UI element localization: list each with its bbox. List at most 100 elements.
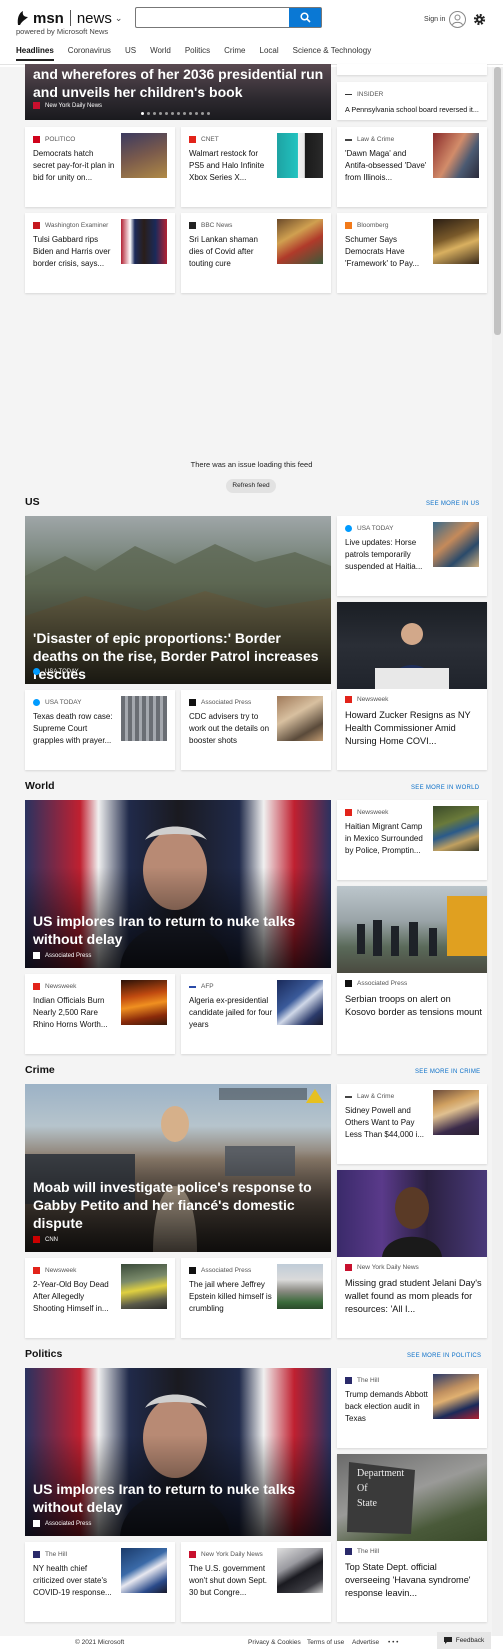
tab-local[interactable]: Local	[260, 46, 279, 61]
source-name: Bloomberg	[357, 222, 389, 229]
source-name: INSIDER	[357, 91, 384, 98]
msn-logo[interactable]: msn news ⌄	[16, 8, 122, 28]
search-button[interactable]	[289, 8, 321, 27]
world-side-card-1[interactable]: Newsweek Haitian Migrant Camp in Mexico …	[337, 800, 487, 880]
article-card-cnet[interactable]: CNET Walmart restock for PS5 and Halo In…	[181, 127, 331, 207]
afp-logo-icon	[189, 985, 196, 988]
source-label: BBC News	[189, 222, 232, 229]
source-label: AFP	[189, 983, 214, 990]
us-side-card-2[interactable]: Newsweek Howard Zucker Resigns as NY Hea…	[337, 602, 487, 770]
refresh-feed-button[interactable]: Refresh feed	[226, 479, 276, 493]
article-card-bloomberg[interactable]: Bloomberg Schumer Says Democrats Have 'F…	[337, 213, 487, 293]
us-side-card-1[interactable]: USA TODAY Live updates: Horse patrols te…	[337, 516, 487, 596]
tab-crime[interactable]: Crime	[224, 46, 245, 61]
crime-side-card-1[interactable]: Law & Crime Sidney Powell and Others Wan…	[337, 1084, 487, 1164]
copyright-text: © 2021 Microsoft	[75, 1639, 125, 1646]
hero-source: New York Daily News	[33, 102, 102, 109]
us-bottom-card-2[interactable]: Associated Press CDC advisers try to wor…	[181, 690, 331, 770]
usa-today-logo-icon	[345, 525, 352, 532]
top-side-card-upper[interactable]	[337, 64, 487, 75]
article-thumbnail	[277, 133, 323, 178]
privacy-cookies-link[interactable]: Privacy & Cookies	[248, 1639, 301, 1646]
sign-in-link[interactable]: Sign in	[424, 16, 445, 23]
search-input[interactable]	[136, 8, 289, 27]
hero-title: US implores Iran to return to nuke talks…	[33, 913, 296, 947]
source-label: New York Daily News	[345, 1264, 419, 1271]
crime-side-card-2[interactable]: New York Daily News Missing grad student…	[337, 1170, 487, 1338]
hero-source-name: New York Daily News	[45, 102, 103, 109]
article-title: Top State Dept. official overseeing 'Hav…	[345, 1562, 471, 1598]
article-card-bbc-news[interactable]: BBC News Sri Lankan shaman dies of Covid…	[181, 213, 331, 293]
svg-text:Department: Department	[357, 1468, 404, 1479]
tab-us[interactable]: US	[125, 46, 136, 61]
crime-bottom-card-2[interactable]: Associated Press The jail where Jeffrey …	[181, 1258, 331, 1338]
site-header: msn news ⌄ powered by Microsoft News Sig…	[0, 0, 503, 67]
crime-bottom-card-1[interactable]: Newsweek 2-Year-Old Boy Dead After Alleg…	[25, 1258, 175, 1338]
top-hero-card[interactable]: and wherefores of her 2036 presidential …	[25, 64, 331, 120]
article-thumbnail	[121, 980, 167, 1025]
see-more-crime-link[interactable]: SEE MORE IN CRIME	[415, 1069, 480, 1075]
source-label: The Hill	[345, 1548, 379, 1555]
scrollbar-thumb[interactable]	[494, 67, 501, 335]
see-more-politics-link[interactable]: SEE MORE IN POLITICS	[407, 1353, 481, 1359]
politics-side-card-2[interactable]: Department Of State The Hill Top State Dep…	[337, 1454, 487, 1622]
tab-coronavirus[interactable]: Coronavirus	[68, 46, 111, 61]
feedback-label: Feedback	[455, 1637, 485, 1644]
more-options-icon[interactable]: • • •	[388, 1639, 398, 1646]
ap-logo-icon	[33, 952, 40, 959]
avatar[interactable]	[449, 11, 466, 28]
advertise-link[interactable]: Advertise	[352, 1639, 379, 1646]
tab-headlines[interactable]: Headlines	[16, 46, 54, 61]
carousel-dots[interactable]	[141, 112, 213, 115]
world-bottom-card-2[interactable]: AFP Algeria ex-presidential candidate ja…	[181, 974, 331, 1054]
source-label: New York Daily News	[189, 1551, 263, 1558]
source-label: The Hill	[33, 1551, 67, 1558]
politics-bottom-card-2[interactable]: New York Daily News The U.S. government …	[181, 1542, 331, 1622]
article-image	[337, 602, 487, 689]
politics-side-card-1[interactable]: The Hill Trump demands Abbott back elect…	[337, 1368, 487, 1448]
section-name[interactable]: news	[77, 10, 112, 27]
tab-politics[interactable]: Politics	[185, 46, 210, 61]
article-title: The jail where Jeffrey Epstein killed hi…	[189, 1280, 272, 1313]
article-thumbnail	[121, 133, 167, 178]
crime-hero-card[interactable]: Moab will investigate police's response …	[25, 1084, 331, 1252]
article-title: Missing grad student Jelani Day's wallet…	[345, 1278, 482, 1314]
source-label: Bloomberg	[345, 222, 388, 229]
terms-of-use-link[interactable]: Terms of use	[307, 1639, 344, 1646]
chevron-down-icon[interactable]: ⌄	[115, 13, 123, 24]
see-more-us-link[interactable]: SEE MORE IN US	[426, 501, 480, 507]
article-thumbnail	[433, 1090, 479, 1135]
article-title: 'Dawn Maga' and Antifa-obsessed 'Dave' f…	[345, 149, 427, 182]
feedback-button[interactable]: Feedback	[437, 1632, 491, 1649]
world-bottom-card-1[interactable]: Newsweek Indian Officials Burn Nearly 2,…	[25, 974, 175, 1054]
article-card-law-crime[interactable]: Law & Crime 'Dawn Maga' and Antifa-obses…	[337, 127, 487, 207]
us-bottom-card-1[interactable]: USA TODAY Texas death row case: Supreme …	[25, 690, 175, 770]
us-hero-card[interactable]: 'Disaster of epic proportions:' Border d…	[25, 516, 331, 684]
troops-image	[357, 896, 487, 956]
state-department-sign-image: Department Of State	[347, 1462, 415, 1534]
article-title: Walmart restock for PS5 and Halo Infinit…	[189, 149, 265, 182]
tab-world[interactable]: World	[150, 46, 171, 61]
powered-by: powered by Microsoft News	[16, 27, 109, 36]
article-card-washington-examiner[interactable]: Washington Examiner Tulsi Gabbard rips B…	[25, 213, 175, 293]
source-name: Newsweek	[45, 1267, 77, 1274]
world-hero-card[interactable]: US implores Iran to return to nuke talks…	[25, 800, 331, 968]
gear-icon[interactable]	[473, 13, 486, 26]
hero-title: Moab will investigate police's response …	[33, 1179, 312, 1231]
article-thumbnail	[433, 806, 479, 851]
top-side-card[interactable]: INSIDER A Pennsylvania school board reve…	[337, 82, 487, 120]
world-side-card-2[interactable]: Associated Press Serbian troops on alert…	[337, 886, 487, 1054]
article-title: Trump demands Abbott back election audit…	[345, 1390, 428, 1423]
politics-bottom-card-1[interactable]: The Hill NY health chief criticized over…	[25, 1542, 175, 1622]
source-label: Associated Press	[345, 980, 407, 987]
insider-logo-icon	[345, 94, 352, 95]
ap-logo-icon	[33, 1520, 40, 1527]
ap-logo-icon	[189, 1267, 196, 1274]
politics-hero-card[interactable]: US implores Iran to return to nuke talks…	[25, 1368, 331, 1536]
page-scrollbar[interactable]	[492, 67, 503, 1649]
source-name: The Hill	[357, 1548, 380, 1555]
article-card-politico[interactable]: POLITICO Democrats hatch secret pay-for-…	[25, 127, 175, 207]
tab-science-technology[interactable]: Science & Technology	[293, 46, 372, 61]
see-more-world-link[interactable]: SEE MORE IN WORLD	[411, 785, 479, 791]
source-name: AFP	[201, 983, 214, 990]
